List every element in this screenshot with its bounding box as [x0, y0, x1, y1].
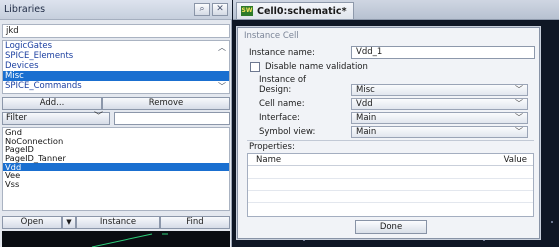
grid-dot — [483, 239, 485, 241]
divider — [247, 140, 534, 141]
properties-header: Name Value — [248, 154, 533, 166]
symbol-view-value: Main — [356, 127, 377, 137]
instance-name-label: Instance name: — [249, 48, 315, 58]
symbol-view-label: Symbol view: — [259, 127, 316, 137]
chevron-down-icon: ﹀ — [93, 112, 103, 122]
cell-list-item[interactable]: Vss — [3, 180, 229, 189]
filter-input[interactable] — [114, 112, 230, 125]
tab-cell0-schematic[interactable]: SW Cell0:schematic* — [236, 2, 354, 19]
grid-dot — [551, 221, 553, 223]
close-icon[interactable]: ✕ — [212, 3, 228, 16]
library-list-item[interactable]: LogicGates — [3, 41, 229, 51]
library-list-item[interactable]: Misc — [3, 71, 229, 81]
interface-value: Main — [356, 113, 377, 123]
filter-dropdown[interactable]: Filter ﹀ — [2, 112, 110, 125]
chevron-down-icon: ﹀ — [515, 127, 523, 136]
design-select[interactable]: Misc ﹀ — [351, 84, 528, 96]
scroll-up-icon[interactable]: ︿ — [218, 42, 226, 53]
props-column-value: Value — [503, 155, 527, 165]
libraries-titlebar: Libraries ⌕ ✕ — [0, 0, 232, 20]
add-library-button[interactable]: Add... — [2, 97, 102, 110]
pin-icon[interactable]: ⌕ — [194, 3, 210, 16]
document-tab-bar: SW Cell0:schematic* — [233, 0, 559, 20]
schematic-icon: SW — [241, 6, 253, 16]
grid-dot — [303, 239, 305, 241]
dialog-title: Instance Cell — [244, 31, 299, 41]
chevron-down-icon: ﹀ — [515, 85, 523, 94]
cell-list-item[interactable]: NoConnection — [3, 136, 229, 146]
library-select[interactable]: jkd — [2, 24, 230, 38]
library-preview — [2, 231, 230, 247]
disable-validation-label: Disable name validation — [265, 62, 368, 72]
preview-wire — [91, 233, 168, 247]
props-column-name: Name — [256, 155, 282, 165]
filter-label: Filter — [6, 113, 28, 123]
done-button[interactable]: Done — [355, 220, 427, 234]
interface-select[interactable]: Main ﹀ — [351, 112, 528, 124]
library-list-item[interactable]: Devices — [3, 61, 229, 71]
design-label: Design: — [259, 85, 292, 95]
cell-list-item[interactable]: PageID_Tanner — [3, 154, 229, 163]
library-list-item[interactable]: SPICE_Commands — [3, 81, 229, 91]
find-button[interactable]: Find — [160, 216, 230, 229]
interface-label: Interface: — [259, 113, 300, 123]
design-value: Misc — [356, 85, 375, 95]
props-row-line — [248, 178, 533, 179]
props-row-line — [248, 202, 533, 203]
properties-table[interactable]: Name Value — [247, 153, 534, 217]
chevron-down-icon: ﹀ — [515, 99, 523, 108]
open-options-icon[interactable]: ▼ — [62, 216, 76, 229]
instance-button[interactable]: Instance — [76, 216, 160, 229]
cell-name-label: Cell name: — [259, 99, 305, 109]
cell-list-item[interactable]: Vee — [3, 171, 229, 180]
props-row-line — [248, 190, 533, 191]
scroll-down-icon[interactable]: ﹀ — [218, 81, 226, 92]
instance-of-label: Instance of — [259, 75, 307, 85]
symbol-view-select[interactable]: Main ﹀ — [351, 126, 528, 138]
cell-name-value: Vdd — [356, 99, 373, 109]
libraries-title: Libraries — [4, 4, 46, 15]
remove-library-button[interactable]: Remove — [102, 97, 230, 110]
cell-button-row: Open ▼ Instance Find — [2, 216, 230, 229]
tab-title: Cell0:schematic* — [257, 5, 347, 17]
cell-name-select[interactable]: Vdd ﹀ — [351, 98, 528, 110]
library-button-row: Add... Remove — [2, 97, 230, 110]
cell-list[interactable]: Gnd NoConnection PageID PageID_Tanner Vdd Vee… — [2, 127, 230, 211]
open-button[interactable]: Open — [2, 216, 62, 229]
filter-row: Filter ﹀ — [2, 112, 230, 125]
cell-list-item[interactable]: Vdd — [3, 163, 229, 172]
library-list[interactable]: LogicGates SPICE_Elements Devices Misc SPICE… — [2, 40, 230, 94]
chevron-down-icon: ﹀ — [515, 113, 523, 122]
instance-cell-dialog: Instance Cell Instance name: Vdd_1 Disab… — [237, 27, 540, 239]
properties-label: Properties: — [249, 142, 295, 152]
disable-validation-checkbox[interactable] — [250, 62, 260, 72]
libraries-panel: Libraries ⌕ ✕ jkd LogicGates SPICE_Elemen… — [0, 0, 232, 247]
library-list-item[interactable]: SPICE_Elements — [3, 51, 229, 61]
instance-name-input[interactable]: Vdd_1 — [351, 46, 535, 59]
